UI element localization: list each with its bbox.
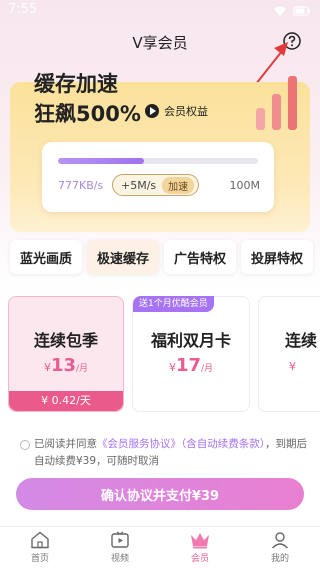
plan-name: 连续包季 <box>33 331 98 350</box>
agreement-radio[interactable] <box>20 440 30 450</box>
speed-progress-track <box>58 158 258 164</box>
price-value: 17 <box>175 355 201 376</box>
plan-card-quarterly[interactable]: 连续包季 ¥13/月 ¥ 0.42/天 <box>8 296 124 412</box>
member-rights-button[interactable]: 会员权益 <box>145 102 208 120</box>
agreement-prefix: 已阅读并同意 <box>34 438 97 450</box>
plan-badge: 送1个月优酷会员 <box>133 296 214 312</box>
member-rights-label: 会员权益 <box>164 105 208 118</box>
hero-title-line2: 狂飙500% <box>34 102 141 126</box>
tab-vip-label: 会员 <box>190 554 209 564</box>
price-unit: /月 <box>76 364 89 374</box>
confirm-pay-button[interactable]: 确认协议并支付¥39 <box>16 478 304 510</box>
crown-icon <box>191 533 209 549</box>
price-currency: ¥ <box>168 361 176 374</box>
tab-vip[interactable]: 会员 <box>160 531 240 564</box>
boost-amount: +5M/s <box>121 178 157 192</box>
speed-card: 777KB/s +5M/s 加速 100M <box>42 142 274 212</box>
agreement-text: 已阅读并同意《会员服务协议》（含自动续费条款），到期后自动续费¥39，可随时取消 <box>20 436 310 470</box>
tab-video[interactable]: 视频 <box>80 531 160 564</box>
status-icons <box>274 6 310 16</box>
status-bar: 7:55 <box>0 0 320 22</box>
service-agreement-link[interactable]: 《会员服务协议》 <box>97 438 181 450</box>
tab-mine[interactable]: 我的 <box>240 531 320 564</box>
hero-title-line1: 缓存加速 <box>34 72 118 96</box>
plan-price: ¥13/月 <box>9 355 123 376</box>
plan-daily-price: ¥ 0.42/天 <box>9 391 123 411</box>
tab-home[interactable]: 首页 <box>0 531 80 564</box>
current-speed: 777KB/s <box>58 179 104 192</box>
price-currency: ¥ <box>289 360 296 373</box>
tab-mine-label: 我的 <box>270 554 289 564</box>
boost-tag: 加速 <box>162 176 195 194</box>
bottom-tabbar: 首页 视频 会员 我的 <box>0 526 320 568</box>
plan-list: 连续包季 ¥13/月 ¥ 0.42/天 送1个月优酷会员 福利双月卡 ¥17/月… <box>0 296 320 416</box>
boost-pill[interactable]: +5M/s 加速 <box>112 174 200 196</box>
feature-tabs: 蓝光画质 极速缓存 广告特权 投屏特权 <box>0 240 320 276</box>
feature-tab-cast-privilege[interactable]: 投屏特权 <box>241 240 313 274</box>
max-speed: 100M <box>229 179 261 192</box>
wifi-icon <box>274 6 286 16</box>
auto-renew-terms-link[interactable]: （含自动续费条款） <box>181 438 265 450</box>
plan-price: ¥17/月 <box>133 355 249 376</box>
status-time: 7:55 <box>8 2 38 17</box>
price-value: 13 <box>50 355 76 376</box>
plan-name: 连续 <box>285 331 318 350</box>
feature-tab-bluray[interactable]: 蓝光画质 <box>10 240 82 274</box>
tab-home-label: 首页 <box>30 554 49 564</box>
price-currency: ¥ <box>43 361 51 374</box>
plan-card-bimonthly[interactable]: 送1个月优酷会员 福利双月卡 ¥17/月 <box>132 296 250 412</box>
speed-bars-graphic <box>256 76 297 130</box>
user-icon <box>271 532 289 549</box>
plan-price: ¥ <box>289 355 320 374</box>
video-icon <box>111 531 129 548</box>
speed-progress-fill <box>58 158 144 164</box>
play-icon <box>145 104 159 118</box>
feature-tab-ad-privilege[interactable]: 广告特权 <box>164 240 236 274</box>
home-icon <box>31 531 49 549</box>
plan-card-partial[interactable]: 连续 ¥ <box>258 296 320 412</box>
tab-video-label: 视频 <box>110 554 129 564</box>
price-unit: /月 <box>201 364 214 374</box>
feature-tab-fast-cache[interactable]: 极速缓存 <box>87 240 159 274</box>
plan-name: 福利双月卡 <box>150 331 231 350</box>
